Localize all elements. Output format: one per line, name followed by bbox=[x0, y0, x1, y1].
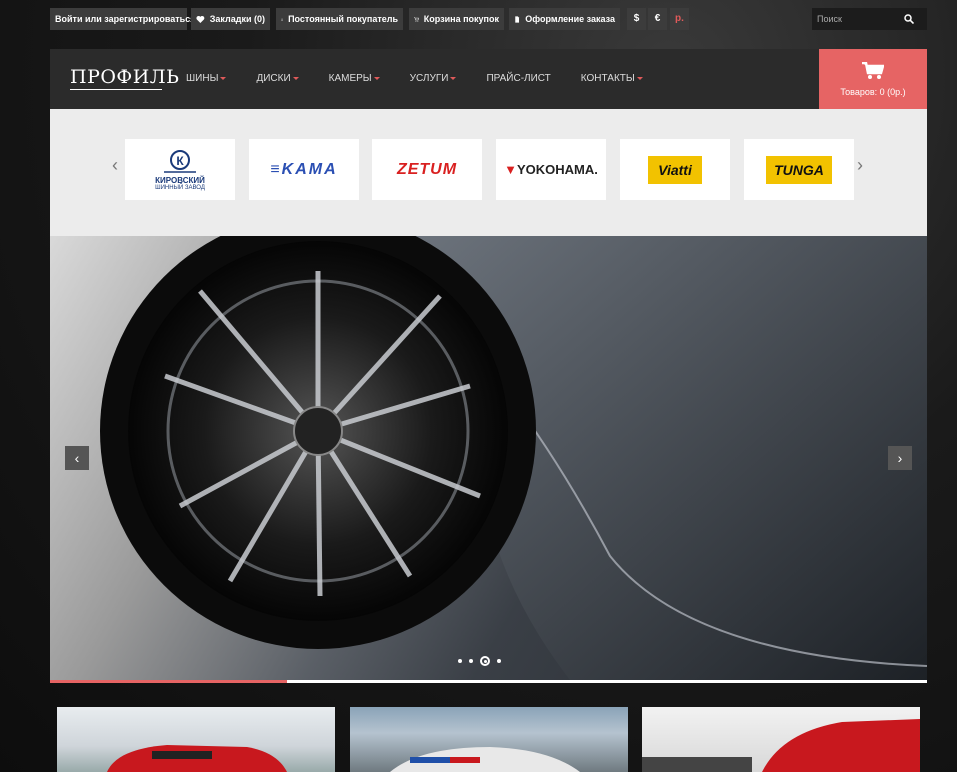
caret-icon bbox=[220, 76, 227, 80]
user-icon bbox=[281, 18, 283, 21]
bookmarks-link[interactable]: Закладки (0) bbox=[191, 8, 270, 30]
document-icon bbox=[515, 15, 520, 23]
nav-tubes[interactable]: КАМЕРЫ bbox=[329, 49, 380, 109]
header-cart-button[interactable]: Товаров: 0 (0р.) bbox=[819, 49, 927, 109]
cart-icon bbox=[414, 16, 419, 22]
login-label: Войти или зарегистрироваться bbox=[55, 14, 196, 24]
customer-label: Постоянный покупатель bbox=[288, 14, 398, 24]
brand-kama-name: ≡KAMA bbox=[270, 160, 338, 178]
hero-slider: ‹ › bbox=[50, 236, 927, 680]
search-icon[interactable] bbox=[904, 14, 914, 24]
cart-label: Корзина покупок bbox=[423, 14, 499, 24]
checkout-label: Оформление заказа bbox=[525, 14, 615, 24]
svg-text:К: К bbox=[176, 154, 184, 168]
brand-kirovsky-name: КИРОВСКИЙ bbox=[155, 176, 205, 185]
cart-link[interactable]: Корзина покупок bbox=[409, 8, 504, 30]
promo-thumb-3[interactable] bbox=[642, 707, 920, 772]
car-wheel-image bbox=[100, 236, 927, 680]
kirovsky-logo-icon: К bbox=[164, 150, 196, 173]
main-header: ПРОФИЛЬ ШИНЫ ДИСКИ КАМЕРЫ УСЛУГИ ПРАЙС-Л… bbox=[50, 49, 927, 109]
main-nav: ШИНЫ ДИСКИ КАМЕРЫ УСЛУГИ ПРАЙС-ЛИСТ КОНТ… bbox=[186, 49, 673, 109]
slider-progress-fill bbox=[50, 680, 287, 683]
nav-contacts[interactable]: КОНТАКТЫ bbox=[581, 49, 643, 109]
brand-zetum-name: ZETUM bbox=[396, 160, 458, 178]
nav-tires[interactable]: ШИНЫ bbox=[186, 49, 227, 109]
slider-dot[interactable] bbox=[497, 659, 501, 663]
shopping-cart-icon bbox=[862, 61, 885, 79]
cart-summary: Товаров: 0 (0р.) bbox=[840, 87, 906, 97]
currency-rub[interactable]: р. bbox=[670, 8, 689, 30]
brand-tunga[interactable]: TUNGA bbox=[744, 139, 854, 200]
search-input[interactable] bbox=[812, 14, 902, 24]
brand-kirovsky[interactable]: К КИРОВСКИЙ ШИННЫЙ ЗАВОД bbox=[125, 139, 235, 200]
promo-thumb-1[interactable] bbox=[57, 707, 335, 772]
slider-dot[interactable] bbox=[469, 659, 473, 663]
brands-prev-arrow[interactable]: ‹ bbox=[112, 155, 118, 176]
slider-dot-active[interactable] bbox=[480, 656, 490, 666]
brand-yokohama[interactable]: ▼YOKOHAMA. bbox=[496, 139, 606, 200]
currency-eur[interactable]: € bbox=[648, 8, 667, 30]
brand-tunga-name: TUNGA bbox=[766, 155, 832, 184]
nav-price-list[interactable]: ПРАЙС-ЛИСТ bbox=[486, 49, 550, 109]
nav-services[interactable]: УСЛУГИ bbox=[410, 49, 457, 109]
brand-zetum[interactable]: ZETUM bbox=[372, 139, 482, 200]
nav-wheels[interactable]: ДИСКИ bbox=[256, 49, 299, 109]
customer-link[interactable]: Постоянный покупатель bbox=[276, 8, 403, 30]
brands-carousel: ‹ К КИРОВСКИЙ ШИННЫЙ ЗАВОД ≡KAMA ZETUM ▼… bbox=[50, 109, 927, 236]
caret-icon bbox=[292, 76, 299, 80]
brand-kama[interactable]: ≡KAMA bbox=[249, 139, 359, 200]
caret-icon bbox=[636, 76, 643, 80]
logo-underline bbox=[70, 89, 162, 90]
brands-next-arrow[interactable]: › bbox=[857, 155, 863, 176]
top-bar: Войти или зарегистрироваться Закладки (0… bbox=[50, 8, 927, 30]
slider-prev-button[interactable]: ‹ bbox=[65, 446, 89, 470]
caret-icon bbox=[373, 76, 380, 80]
checkout-link[interactable]: Оформление заказа bbox=[509, 8, 620, 30]
slider-pagination bbox=[458, 656, 501, 666]
heart-icon bbox=[196, 15, 205, 23]
race-car-image bbox=[390, 747, 580, 772]
red-coupe-image bbox=[642, 719, 920, 772]
currency-usd[interactable]: $ bbox=[627, 8, 646, 30]
login-link[interactable]: Войти или зарегистрироваться bbox=[50, 8, 195, 30]
site-logo[interactable]: ПРОФИЛЬ bbox=[70, 66, 179, 88]
search-box bbox=[812, 8, 927, 30]
promo-thumb-2[interactable] bbox=[350, 707, 628, 772]
bookmarks-label: Закладки (0) bbox=[209, 14, 265, 24]
slider-next-button[interactable]: › bbox=[888, 446, 912, 470]
slider-dot[interactable] bbox=[458, 659, 462, 663]
slider-progress-bar bbox=[50, 680, 927, 683]
brand-yokohama-name: ▼YOKOHAMA. bbox=[504, 162, 598, 177]
red-car-image bbox=[107, 745, 287, 772]
brand-kirovsky-sub: ШИННЫЙ ЗАВОД bbox=[155, 185, 205, 191]
brand-viatti[interactable]: Viatti bbox=[620, 139, 730, 200]
caret-icon bbox=[450, 76, 457, 80]
brand-viatti-name: Viatti bbox=[648, 155, 702, 184]
